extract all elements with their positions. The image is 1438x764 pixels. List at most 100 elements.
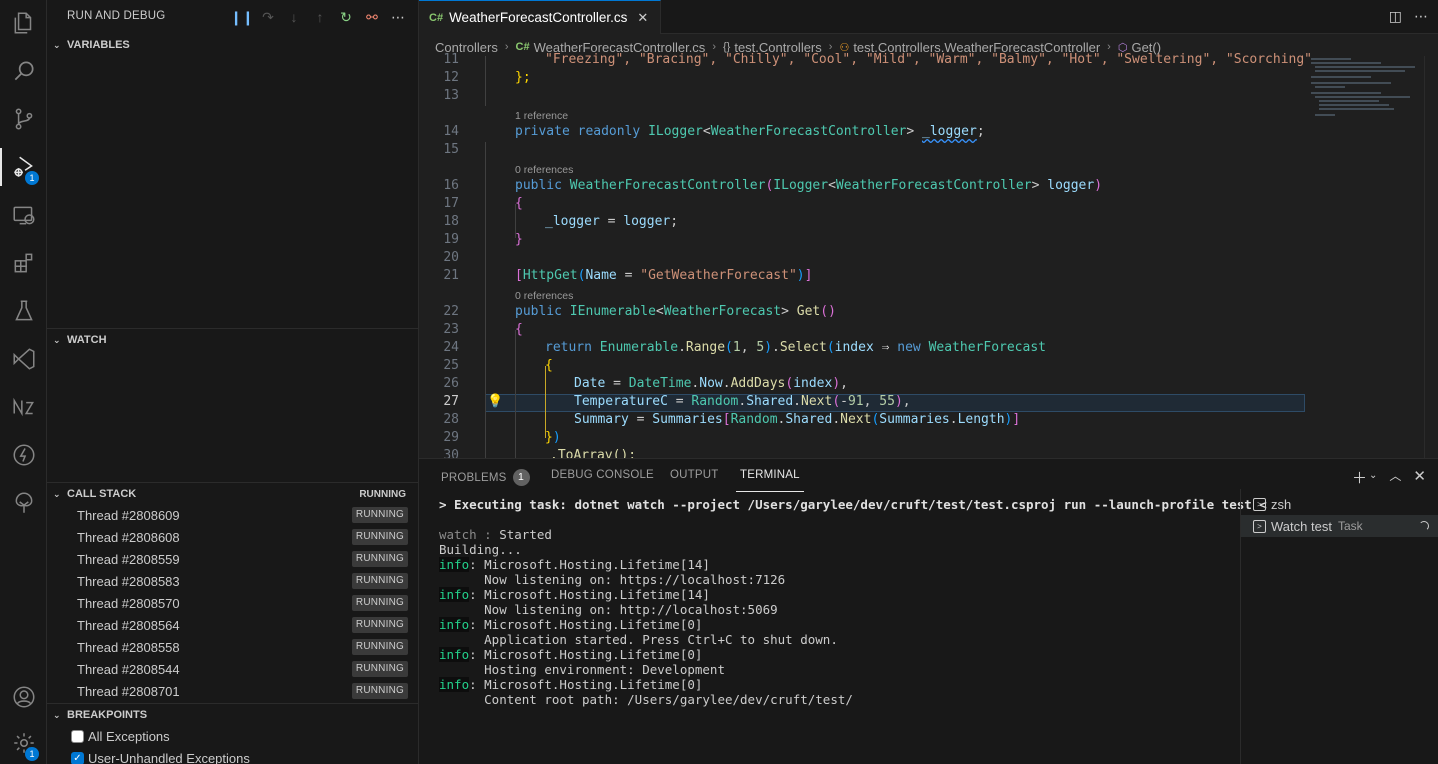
tab-debug-console[interactable]: DEBUG CONSOLE <box>551 469 654 481</box>
terminal-line: info: Microsoft.Hosting.Lifetime[14] <box>439 587 710 602</box>
code-line-28: Summary = Summaries[Random.Shared.Next(S… <box>574 412 1021 427</box>
checkbox[interactable] <box>71 729 84 743</box>
explorer-icon[interactable] <box>0 0 47 46</box>
nuget-icon[interactable] <box>0 384 47 430</box>
active-indent-guide <box>545 366 546 438</box>
code-line-11: "Freezing", "Bracing", "Chilly", "Cool",… <box>545 52 1313 67</box>
watch-section-header[interactable]: ⌄ WATCH <box>47 329 418 351</box>
thread-row[interactable]: Thread #2808558 RUNNING <box>47 636 418 658</box>
thread-row[interactable]: Thread #2808701 RUNNING <box>47 680 418 702</box>
thread-name: Thread #2808564 <box>77 617 180 633</box>
tab-weatherforecastcontroller[interactable]: C# WeatherForecastController.cs ✕ <box>419 0 661 34</box>
thread-row[interactable]: Thread #2808570 RUNNING <box>47 592 418 614</box>
thread-row[interactable]: Thread #2808564 RUNNING <box>47 614 418 636</box>
run-debug-sidebar: RUN AND DEBUG ❙❙ ↷ ↓ ↑ ↻ ⚯ ⋯ ⌄ VARIABLES… <box>47 0 419 764</box>
thread-state-badge: RUNNING <box>351 661 408 677</box>
terminal-list: > zsh > Watch test Task <box>1240 489 1438 764</box>
callstack-section-header[interactable]: ⌄ CALL STACK RUNNING <box>47 483 418 505</box>
terminal-line: Content root path: /Users/garylee/dev/cr… <box>439 692 853 707</box>
line-number: 19 <box>443 232 459 247</box>
breakpoints-section-header[interactable]: ⌄ BREAKPOINTS <box>47 704 418 726</box>
code-line-18: _logger = logger; <box>545 214 679 229</box>
line-number: 18 <box>443 214 459 229</box>
visual-studio-icon[interactable] <box>0 336 47 382</box>
editor-actions: ◫ ⋯ <box>1389 8 1428 25</box>
settings-gear-icon[interactable]: 1 <box>0 720 47 764</box>
tab-output[interactable]: OUTPUT <box>670 469 718 481</box>
line-number: 28 <box>443 412 459 427</box>
terminal-item-zsh[interactable]: > zsh <box>1241 493 1438 515</box>
chevron-down-icon: ⌄ <box>53 709 61 720</box>
search-icon[interactable] <box>0 48 47 94</box>
tab-problems[interactable]: PROBLEMS 1 <box>441 469 530 486</box>
step-out-icon[interactable]: ↑ <box>309 6 331 28</box>
editor-tab-bar: C# WeatherForecastController.cs ✕ ◫ ⋯ <box>419 0 1438 34</box>
line-number: 13 <box>443 88 459 103</box>
code-editor[interactable]: 💡 11 12 13 14 15 16 17 18 19 20 21 22 23 24 25 26 27 28 29… <box>419 52 1438 458</box>
terminal-icon: > <box>1253 497 1266 511</box>
line-number: 14 <box>443 124 459 139</box>
chevron-down-icon: ⌄ <box>53 39 61 50</box>
restart-icon[interactable]: ↻ <box>335 6 357 28</box>
line-number: 11 <box>443 52 459 67</box>
terminal-item-watch-test[interactable]: > Watch test Task <box>1241 515 1438 537</box>
thread-row[interactable]: Thread #2808608 RUNNING <box>47 526 418 548</box>
split-editor-icon[interactable]: ◫ <box>1389 8 1402 25</box>
line-number: 20 <box>443 250 459 265</box>
account-icon[interactable] <box>0 674 47 720</box>
line-number: 29 <box>443 430 459 445</box>
testing-icon[interactable] <box>0 288 47 334</box>
vertical-scrollbar[interactable] <box>1424 56 1438 458</box>
indent-guide <box>515 330 516 458</box>
code-line-17: { <box>515 196 523 211</box>
thread-state-badge: RUNNING <box>351 573 408 589</box>
editor-area: C# WeatherForecastController.cs ✕ ◫ ⋯ Co… <box>419 0 1438 458</box>
more-actions-icon[interactable]: ⋯ <box>1414 8 1428 25</box>
variables-section-header[interactable]: ⌄ VARIABLES <box>47 34 418 56</box>
breakpoint-all-exceptions[interactable]: All Exceptions <box>71 725 170 747</box>
lightning-icon[interactable] <box>0 432 47 478</box>
terminal-line: watch : Started <box>439 527 552 542</box>
lightbulb-icon[interactable]: 💡 <box>487 394 503 409</box>
remote-explorer-icon[interactable] <box>0 192 47 238</box>
code-line-25: { <box>545 358 553 373</box>
chevron-down-icon[interactable]: ⌄ <box>1369 470 1377 488</box>
run-debug-icon[interactable]: 1 <box>0 144 47 190</box>
debug-toolbar: ❙❙ ↷ ↓ ↑ ↻ ⚯ ⋯ <box>230 6 409 28</box>
extensions-icon[interactable] <box>0 240 47 286</box>
line-number: 21 <box>443 268 459 283</box>
code-line-14: private readonly ILogger<WeatherForecast… <box>515 124 985 139</box>
step-over-icon[interactable]: ↷ <box>257 6 279 28</box>
terminal-line: info: Microsoft.Hosting.Lifetime[14] <box>439 557 710 572</box>
close-icon[interactable]: ✕ <box>637 10 648 26</box>
breakpoint-user-unhandled[interactable]: ✓ User-Unhandled Exceptions <box>71 747 250 764</box>
codelens-references[interactable]: 0 references <box>515 290 573 302</box>
thread-row[interactable]: Thread #2808583 RUNNING <box>47 570 418 592</box>
codelens-references[interactable]: 0 references <box>515 164 573 176</box>
thread-row[interactable]: Thread #2808609 RUNNING <box>47 504 418 526</box>
thread-name: Thread #2808701 <box>77 683 180 699</box>
thread-row[interactable]: Thread #2808559 RUNNING <box>47 548 418 570</box>
source-control-icon[interactable] <box>0 96 47 142</box>
callstack-state: RUNNING <box>359 488 406 500</box>
new-terminal-icon[interactable]: ＋ <box>1352 467 1367 488</box>
minimap[interactable] <box>1309 56 1427 126</box>
code-line-12: }; <box>515 70 531 85</box>
thread-name: Thread #2808609 <box>77 507 180 523</box>
more-actions-icon[interactable]: ⋯ <box>387 6 409 28</box>
tree-icon[interactable] <box>0 480 47 526</box>
thread-row[interactable]: Thread #2808544 RUNNING <box>47 658 418 680</box>
csharp-file-icon: C# <box>515 41 530 53</box>
maximize-panel-icon[interactable]: ︿ <box>1389 467 1401 488</box>
disconnect-icon[interactable]: ⚯ <box>361 6 383 28</box>
code-line-21: [HttpGet(Name = "GetWeatherForecast")] <box>515 268 813 283</box>
checkbox-checked[interactable]: ✓ <box>71 751 84 764</box>
codelens-references[interactable]: 1 reference <box>515 110 568 122</box>
step-into-icon[interactable]: ↓ <box>283 6 305 28</box>
terminal-line: > Executing task: dotnet watch --project… <box>439 497 1267 512</box>
tab-terminal[interactable]: TERMINAL <box>736 469 804 492</box>
thread-state-badge: RUNNING <box>351 507 408 523</box>
pause-icon[interactable]: ❙❙ <box>230 6 253 28</box>
close-panel-icon[interactable]: ✕ <box>1413 467 1426 488</box>
sidebar-title: RUN AND DEBUG <box>67 10 166 22</box>
